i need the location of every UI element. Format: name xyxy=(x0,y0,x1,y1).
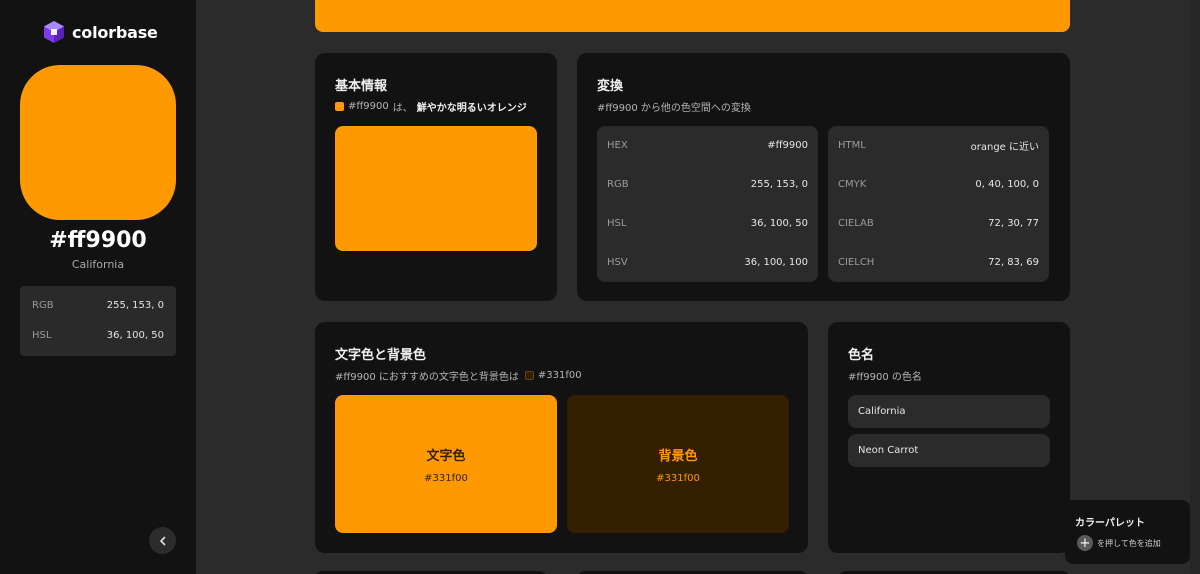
palette-title: カラーパレット xyxy=(1075,518,1145,529)
color-name: California xyxy=(71,258,125,271)
sidebar-row-rgb: RGB 255, 153, 0 xyxy=(32,290,164,320)
conversion-row-hex[interactable]: HEX #ff9900 xyxy=(607,126,808,165)
basic-info-desc-prefix: は、 xyxy=(392,103,413,114)
conversion-subtitle: #ff9900 から他の色空間への変換 xyxy=(597,103,751,114)
text-background-subtitle-hex: #331f00 xyxy=(537,370,582,381)
palette-hint: + を押して色を追加 xyxy=(1077,535,1161,551)
conversion-panel-right: HTML orange に近い CMYK 0, 40, 100, 0 CIELA… xyxy=(828,126,1049,282)
background-color-code: #331f00 xyxy=(656,472,700,484)
basic-info-swatch xyxy=(335,126,537,251)
conversion-value: 0, 40, 100, 0 xyxy=(975,179,1039,190)
sidebar-row-hsl: HSL 36, 100, 50 xyxy=(32,320,164,350)
conversion-value: 36, 100, 100 xyxy=(744,257,808,268)
color-hex-title: #ff9900 xyxy=(49,228,147,253)
text-background-subtitle-text: #ff9900 におすすめの文字色と背景色は xyxy=(335,372,519,383)
conversion-value: 255, 153, 0 xyxy=(750,179,808,190)
conversion-title: 変換 xyxy=(597,79,624,94)
conversion-label: CMYK xyxy=(838,179,867,190)
color-names-title: 色名 xyxy=(848,348,875,363)
basic-info-card: 基本情報 #ff9900 は、 鮮やかな明るいオレンジ xyxy=(315,53,557,301)
sidebar: colorbase #ff9900 California RGB 255, 15… xyxy=(0,0,196,574)
color-names-subtitle: #ff9900 の色名 xyxy=(848,372,922,383)
palette-hint-text: を押して色を追加 xyxy=(1097,538,1161,548)
text-color-code: #331f00 xyxy=(424,472,468,484)
conversion-row-hsl[interactable]: HSL 36, 100, 50 xyxy=(607,204,808,243)
background-color-label: 背景色 xyxy=(658,448,698,464)
conversion-row-hsv[interactable]: HSV 36, 100, 100 xyxy=(607,243,808,282)
color-name-item[interactable]: California xyxy=(848,395,1050,428)
basic-info-title: 基本情報 xyxy=(335,79,388,94)
sidebar-row-label: HSL xyxy=(32,329,52,341)
text-color-preview[interactable]: 文字色 #331f00 xyxy=(335,395,557,533)
conversion-label: HEX xyxy=(607,140,628,151)
color-banner xyxy=(315,0,1070,32)
conversion-value: 72, 83, 69 xyxy=(988,257,1039,268)
text-background-card: 文字色と背景色 #ff9900 におすすめの文字色と背景色は #331f00 文… xyxy=(315,322,808,553)
conversion-row-cmyk[interactable]: CMYK 0, 40, 100, 0 xyxy=(838,165,1039,204)
color-dot xyxy=(335,102,344,111)
conversion-value: #ff9900 xyxy=(767,140,808,151)
conversion-label: CIELAB xyxy=(838,218,874,229)
brand-name: colorbase xyxy=(72,22,158,42)
color-palette-panel: カラーパレット + を押して色を追加 xyxy=(1065,500,1190,564)
sidebar-row-value: 36, 100, 50 xyxy=(106,329,164,341)
text-color-label: 文字色 xyxy=(426,448,466,464)
sidebar-row-value: 255, 153, 0 xyxy=(106,299,164,311)
conversion-card: 変換 #ff9900 から他の色空間への変換 HEX #ff9900 RGB 2… xyxy=(577,53,1070,301)
color-dot xyxy=(524,371,534,380)
plus-icon[interactable]: + xyxy=(1077,535,1093,551)
conversion-label: HSV xyxy=(607,257,628,268)
basic-info-description: #ff9900 は、 鮮やかな明るいオレンジ xyxy=(335,99,527,114)
conversion-row-rgb[interactable]: RGB 255, 153, 0 xyxy=(607,165,808,204)
color-swatch-large xyxy=(20,65,176,220)
collapse-sidebar-button[interactable] xyxy=(149,527,176,554)
conversion-value: 36, 100, 50 xyxy=(750,218,808,229)
sidebar-values: RGB 255, 153, 0 HSL 36, 100, 50 xyxy=(20,286,176,356)
conversion-label: CIELCH xyxy=(838,257,875,268)
color-name-item[interactable]: Neon Carrot xyxy=(848,434,1050,467)
chevron-left-icon xyxy=(159,536,165,545)
conversion-label: RGB xyxy=(607,179,629,190)
conversion-row-cielch[interactable]: CIELCH 72, 83, 69 xyxy=(838,243,1039,282)
conversion-label: HTML xyxy=(838,140,866,151)
conversion-value: orange に近い xyxy=(970,142,1039,153)
basic-info-hex: #ff9900 xyxy=(348,101,389,112)
logo[interactable]: colorbase xyxy=(42,20,158,44)
page-scrollbar[interactable] xyxy=(1190,0,1200,574)
color-names-card: 色名 #ff9900 の色名 California Neon Carrot xyxy=(828,322,1070,553)
colorbase-logo-icon xyxy=(44,21,64,43)
basic-info-desc-emphasis: 鮮やかな明るいオレンジ xyxy=(416,103,527,114)
conversion-row-html[interactable]: HTML orange に近い xyxy=(838,126,1039,165)
conversion-panel-left: HEX #ff9900 RGB 255, 153, 0 HSL 36, 100,… xyxy=(597,126,818,282)
conversion-value: 72, 30, 77 xyxy=(988,218,1039,229)
conversion-row-cielab[interactable]: CIELAB 72, 30, 77 xyxy=(838,204,1039,243)
sidebar-row-label: RGB xyxy=(32,299,54,311)
text-background-subtitle: #ff9900 におすすめの文字色と背景色は #331f00 xyxy=(335,368,582,383)
text-background-title: 文字色と背景色 xyxy=(335,348,427,363)
background-color-preview[interactable]: 背景色 #331f00 xyxy=(567,395,789,533)
conversion-label: HSL xyxy=(607,218,627,229)
